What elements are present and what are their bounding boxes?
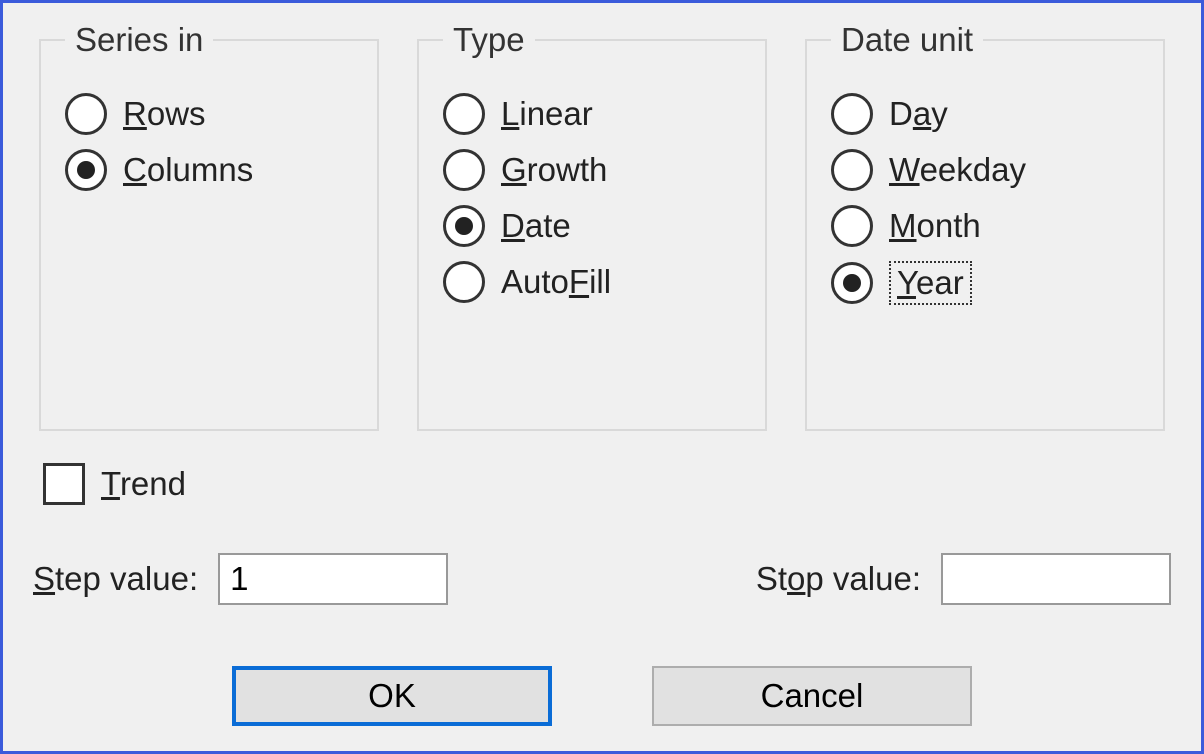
radio-label: Day: [889, 95, 948, 133]
type-option-3[interactable]: AutoFill: [443, 261, 741, 303]
radio-label: Month: [889, 207, 981, 245]
radio-icon[interactable]: [65, 149, 107, 191]
radio-icon[interactable]: [443, 205, 485, 247]
radio-label: Date: [501, 207, 571, 245]
trend-checkbox-box[interactable]: [43, 463, 85, 505]
group-series-in-legend: Series in: [65, 21, 213, 59]
radio-icon[interactable]: [65, 93, 107, 135]
trend-checkbox-label: Trend: [101, 465, 186, 503]
cancel-button[interactable]: Cancel: [652, 666, 972, 726]
group-date-unit-legend: Date unit: [831, 21, 983, 59]
radio-label: AutoFill: [501, 263, 611, 301]
radio-icon[interactable]: [443, 93, 485, 135]
stop-value-input[interactable]: [941, 553, 1171, 605]
date-unit-option-2[interactable]: Month: [831, 205, 1139, 247]
type-option-1[interactable]: Growth: [443, 149, 741, 191]
radio-label: Weekday: [889, 151, 1026, 189]
series-in-option-1[interactable]: Columns: [65, 149, 353, 191]
ok-button[interactable]: OK: [232, 666, 552, 726]
group-type-legend: Type: [443, 21, 535, 59]
group-date-unit: Date unit Day Weekday Month Year: [805, 21, 1165, 431]
radio-label: Columns: [123, 151, 253, 189]
radio-label: Year: [897, 264, 964, 301]
radio-icon[interactable]: [443, 149, 485, 191]
dialog-buttons: OK Cancel: [3, 666, 1201, 726]
date-unit-option-3[interactable]: Year: [831, 261, 1139, 305]
group-boxes: Series in Rows Columns Type Linear Growth D…: [39, 21, 1165, 431]
radio-label: Growth: [501, 151, 607, 189]
stop-value-label: Stop value:: [756, 560, 921, 598]
date-unit-option-0[interactable]: Day: [831, 93, 1139, 135]
trend-checkbox[interactable]: Trend: [43, 463, 186, 505]
radio-label: Linear: [501, 95, 593, 133]
group-series-in: Series in Rows Columns: [39, 21, 379, 431]
radio-icon[interactable]: [831, 93, 873, 135]
radio-icon[interactable]: [831, 205, 873, 247]
focused-label: Year: [889, 261, 972, 305]
series-in-option-0[interactable]: Rows: [65, 93, 353, 135]
radio-icon[interactable]: [831, 262, 873, 304]
radio-label: Rows: [123, 95, 206, 133]
radio-icon[interactable]: [443, 261, 485, 303]
radio-icon[interactable]: [831, 149, 873, 191]
type-option-2[interactable]: Date: [443, 205, 741, 247]
type-option-0[interactable]: Linear: [443, 93, 741, 135]
date-unit-option-1[interactable]: Weekday: [831, 149, 1139, 191]
value-row: Step value: Stop value:: [33, 553, 1171, 605]
step-value-input[interactable]: [218, 553, 448, 605]
group-type: Type Linear Growth Date AutoFill: [417, 21, 767, 431]
step-value-label: Step value:: [33, 560, 198, 598]
